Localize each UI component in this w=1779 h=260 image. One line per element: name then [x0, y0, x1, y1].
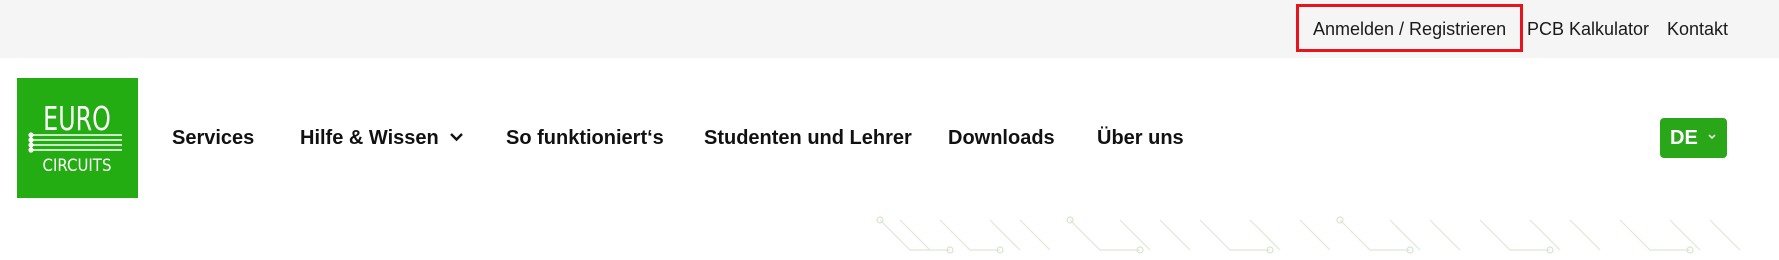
nav-services[interactable]: Services — [172, 115, 254, 161]
chevron-down-icon — [1708, 134, 1716, 140]
nav-studenten-lehrer[interactable]: Studenten und Lehrer — [704, 115, 912, 161]
nav-ueber-uns[interactable]: Über uns — [1097, 115, 1184, 161]
nav-downloads[interactable]: Downloads — [948, 115, 1055, 161]
logo-line2: CIRCUITS — [43, 155, 112, 175]
circuit-pattern-background — [876, 216, 1741, 254]
logo-graphic: EURO CIRCUITS — [28, 99, 122, 175]
pcb-calculator-link[interactable]: PCB Kalkulator — [1527, 0, 1649, 58]
nav-hilfe-wissen[interactable]: Hilfe & Wissen — [300, 115, 464, 161]
login-register-link[interactable]: Anmelden / Registrieren — [1296, 4, 1524, 52]
chevron-down-icon — [449, 133, 463, 142]
top-utility-bar: Anmelden / Registrieren PCB Kalkulator K… — [0, 0, 1779, 58]
logo-line1: EURO — [43, 99, 111, 138]
language-code: DE — [1670, 127, 1698, 149]
nav-so-funktionierts[interactable]: So funktioniert‘s — [506, 115, 664, 161]
contact-link[interactable]: Kontakt — [1667, 0, 1728, 58]
eurocircuits-logo[interactable]: EURO CIRCUITS — [17, 78, 138, 198]
nav-hilfe-wissen-label: Hilfe & Wissen — [300, 127, 439, 149]
language-selector[interactable]: DE — [1660, 118, 1727, 158]
